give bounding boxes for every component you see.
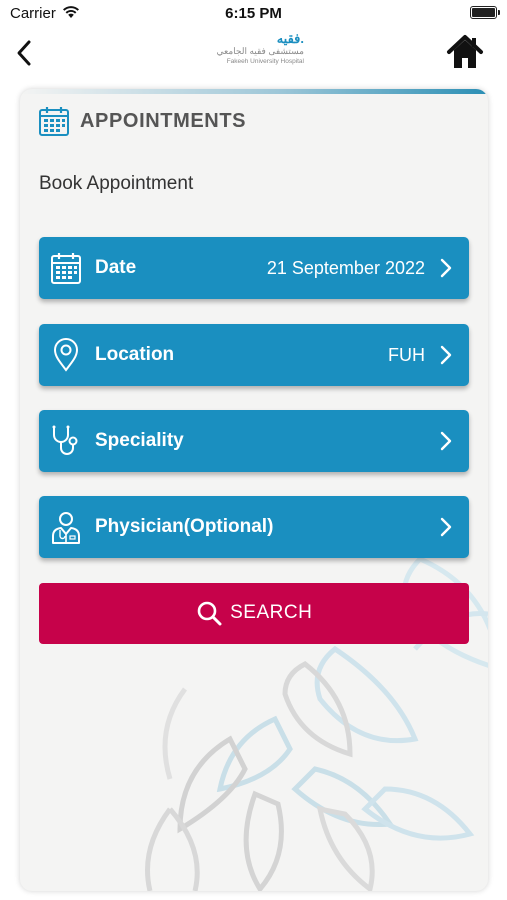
book-appointment-subtitle: Book Appointment — [39, 173, 194, 194]
clock: 6:15 PM — [225, 5, 282, 22]
logo-english-name: Fakeeh University Hospital — [226, 58, 304, 65]
location-pin-icon — [53, 338, 79, 372]
date-label: Date — [95, 257, 137, 278]
date-selector[interactable]: Date 21 September 2022 — [39, 237, 469, 299]
status-bar: Carrier 6:15 PM — [0, 0, 507, 28]
speciality-selector[interactable]: Speciality — [39, 410, 469, 472]
physician-label: Physician(Optional) — [95, 516, 274, 537]
search-button-label: SEARCH — [230, 602, 313, 623]
location-label: Location — [95, 344, 175, 365]
battery-icon — [470, 6, 500, 19]
logo-arabic-name: مستشفى فقيه الجامعي — [216, 46, 304, 56]
hospital-logo: فقيه. مستشفى فقيه الجامعي Fakeeh Univers… — [200, 32, 308, 76]
search-button[interactable]: SEARCH — [39, 583, 469, 644]
search-icon — [197, 601, 222, 626]
chevron-right-icon — [440, 258, 452, 278]
physician-selector[interactable]: Physician(Optional) — [39, 496, 469, 558]
doctor-icon — [52, 512, 80, 544]
calendar-icon — [39, 107, 69, 136]
home-button[interactable] — [445, 32, 485, 72]
section-title: APPOINTMENTS — [80, 110, 247, 132]
chevron-right-icon — [440, 517, 452, 537]
location-value: FUH — [388, 345, 425, 365]
logo-brand-text: فقيه. — [276, 31, 304, 46]
calendar-icon — [51, 253, 81, 284]
decorative-pattern — [145, 556, 488, 891]
date-value: 21 September 2022 — [266, 258, 425, 278]
location-selector[interactable]: Location FUH — [39, 324, 469, 386]
chevron-right-icon — [440, 345, 452, 365]
chevron-right-icon — [440, 431, 452, 451]
back-button[interactable] — [12, 38, 38, 68]
speciality-label: Speciality — [95, 430, 184, 451]
stethoscope-icon — [52, 425, 78, 455]
nav-bar: فقيه. مستشفى فقيه الجامعي Fakeeh Univers… — [0, 28, 507, 84]
appointments-card: APPOINTMENTS Book Appointment Date 21 Se… — [20, 89, 488, 891]
